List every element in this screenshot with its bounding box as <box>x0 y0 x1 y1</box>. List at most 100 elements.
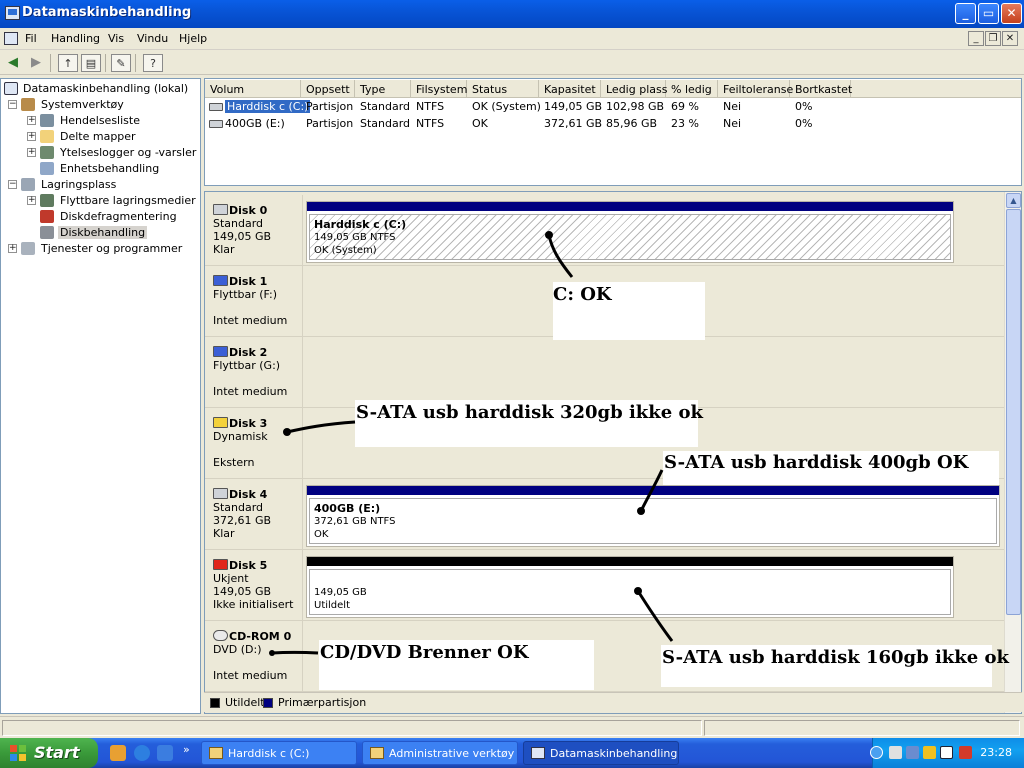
primary-partition-swatch <box>263 698 273 708</box>
col-free-space[interactable]: Ledig plass <box>601 80 667 98</box>
primary-partition-bar <box>307 202 953 211</box>
internet-explorer-icon[interactable] <box>134 745 150 761</box>
menu-action[interactable]: Handling <box>51 32 100 45</box>
services-icon <box>21 242 35 255</box>
safely-remove-hardware-icon[interactable] <box>889 746 902 759</box>
mdi-restore-icon[interactable]: ❐ <box>985 31 1001 46</box>
tree-storage-label: Lagringsplass <box>41 178 117 191</box>
free-space-cell: 85,96 GB <box>606 117 658 130</box>
partition-c[interactable]: Harddisk c (C:) 149,05 GB NTFS OK (Syste… <box>306 201 954 263</box>
disk-row-4[interactable]: Disk 4 Standard 372,61 GB Klar 400GB (E:… <box>205 479 1005 550</box>
maximize-button[interactable]: ▭ <box>978 3 999 24</box>
warning-disk-icon <box>213 417 228 428</box>
security-icon[interactable] <box>923 746 936 759</box>
mdi-minimize-icon[interactable]: _ <box>968 31 984 46</box>
cd-rom-icon <box>213 630 228 641</box>
status-pane <box>704 720 1020 736</box>
expand-icon[interactable]: + <box>8 244 17 253</box>
col-overhead[interactable]: Bortkastet <box>790 80 852 98</box>
layout-cell: Partisjon <box>306 100 354 113</box>
minimize-button[interactable]: _ <box>955 3 976 24</box>
close-button[interactable]: ✕ <box>1001 3 1022 24</box>
tree-system-tools-label: Systemverktøy <box>41 98 124 111</box>
disk-type: Standard <box>213 501 264 514</box>
quicklaunch-chevron-icon[interactable]: » <box>183 743 190 756</box>
n-app-icon[interactable] <box>940 746 953 759</box>
partition-body: Harddisk c (C:) 149,05 GB NTFS OK (Syste… <box>309 214 951 260</box>
error-disk-icon <box>213 559 228 570</box>
removable-storage-icon <box>40 194 54 207</box>
properties-icon[interactable]: ✎ <box>111 54 131 72</box>
col-volume[interactable]: Volum <box>205 80 301 98</box>
start-button[interactable]: Start <box>0 738 98 768</box>
drive-icon <box>209 103 223 111</box>
col-capacity[interactable]: Kapasitet <box>539 80 601 98</box>
taskbar-item-drive-c[interactable]: Harddisk c (C:) <box>201 741 357 765</box>
unallocated-space[interactable]: 149,05 GB Utildelt <box>306 556 954 618</box>
taskbar-item-computer-management[interactable]: Datamaskinbehandling <box>523 741 679 765</box>
col-status[interactable]: Status <box>467 80 539 98</box>
partition-status: OK (System) <box>314 245 377 256</box>
menu-window[interactable]: Vindu <box>137 32 168 45</box>
ati-icon[interactable] <box>959 746 972 759</box>
disk-row-5[interactable]: Disk 5 Ukjent 149,05 GB Ikke initialiser… <box>205 550 1005 621</box>
overhead-cell: 0% <box>795 100 813 113</box>
collapse-icon[interactable]: − <box>8 180 17 189</box>
forward-arrow-icon[interactable]: ▶ <box>26 54 46 72</box>
disk-label[interactable]: Disk 3 Dynamisk Ekstern <box>205 408 303 478</box>
show-hide-tree-icon[interactable]: ▤ <box>81 54 101 72</box>
layout-cell: Partisjon <box>306 117 354 130</box>
tray-expand-icon[interactable] <box>870 746 883 759</box>
scroll-up-icon[interactable]: ▲ <box>1006 193 1021 208</box>
table-row[interactable]: Harddisk c (C:) Partisjon Standard NTFS … <box>205 99 1021 115</box>
menu-file[interactable]: Fil <box>25 32 37 45</box>
defragmenter-icon <box>40 210 54 223</box>
table-row[interactable]: 400GB (E:) Partisjon Standard NTFS OK 37… <box>205 116 1021 132</box>
vertical-scrollbar[interactable]: ▲ ▼ <box>1004 192 1021 713</box>
computer-icon <box>4 82 18 95</box>
mdi-close-icon[interactable]: ✕ <box>1002 31 1018 46</box>
disk-size: 372,61 GB <box>213 514 272 527</box>
taskbar-item-admin-tools[interactable]: Administrative verktøy <box>362 741 518 765</box>
volume-cell: 400GB (E:) <box>205 117 285 130</box>
capacity-cell: 149,05 GB <box>544 100 603 113</box>
disk-label[interactable]: Disk 2 Flyttbar (G:) Intet medium <box>205 337 303 407</box>
disk-label[interactable]: CD-ROM 0 DVD (D:) Intet medium <box>205 621 303 691</box>
filesystem-cell: NTFS <box>416 100 445 113</box>
disk-management-icon <box>40 226 54 239</box>
col-type[interactable]: Type <box>355 80 411 98</box>
expand-icon[interactable]: + <box>27 116 36 125</box>
disk-row-2[interactable]: Disk 2 Flyttbar (G:) Intet medium <box>205 337 1005 408</box>
scroll-thumb[interactable] <box>1006 209 1021 615</box>
unallocated-swatch <box>210 698 220 708</box>
quicklaunch-icon[interactable] <box>157 745 173 761</box>
help-icon[interactable]: ? <box>143 54 163 72</box>
partition-e[interactable]: 400GB (E:) 372,61 GB NTFS OK <box>306 485 1000 547</box>
back-arrow-icon[interactable]: ◀ <box>3 54 23 72</box>
col-layout[interactable]: Oppsett <box>301 80 355 98</box>
expand-icon[interactable]: + <box>27 196 36 205</box>
disk-status: Ikke initialisert <box>213 598 294 611</box>
col-filesystem[interactable]: Filsystem <box>411 80 467 98</box>
disk-row-0[interactable]: Disk 0 Standard 149,05 GB Klar Harddisk … <box>205 195 1005 266</box>
disk-label[interactable]: Disk 0 Standard 149,05 GB Klar <box>205 195 303 265</box>
up-folder-icon[interactable]: ↑ <box>58 54 78 72</box>
disk-label[interactable]: Disk 4 Standard 372,61 GB Klar <box>205 479 303 549</box>
shared-folder-icon <box>40 130 54 143</box>
filesystem-cell: NTFS <box>416 117 445 130</box>
disk-label[interactable]: Disk 1 Flyttbar (F:) Intet medium <box>205 266 303 336</box>
percent-free-cell: 23 % <box>671 117 699 130</box>
partition-body: 149,05 GB Utildelt <box>309 569 951 615</box>
col-fault-tolerance[interactable]: Feiltoleranse <box>718 80 793 98</box>
disk-label[interactable]: Disk 5 Ukjent 149,05 GB Ikke initialiser… <box>205 550 303 620</box>
expand-icon[interactable]: + <box>27 132 36 141</box>
menu-help[interactable]: Hjelp <box>179 32 207 45</box>
document-icon[interactable] <box>4 32 18 45</box>
collapse-icon[interactable]: − <box>8 100 17 109</box>
menu-view[interactable]: Vis <box>108 32 124 45</box>
network-icon[interactable] <box>906 746 919 759</box>
col-percent-free[interactable]: % ledig <box>666 80 718 98</box>
outlook-express-icon[interactable] <box>110 745 126 761</box>
expand-icon[interactable]: + <box>27 148 36 157</box>
tree-services-label: Tjenester og programmer <box>41 242 183 255</box>
